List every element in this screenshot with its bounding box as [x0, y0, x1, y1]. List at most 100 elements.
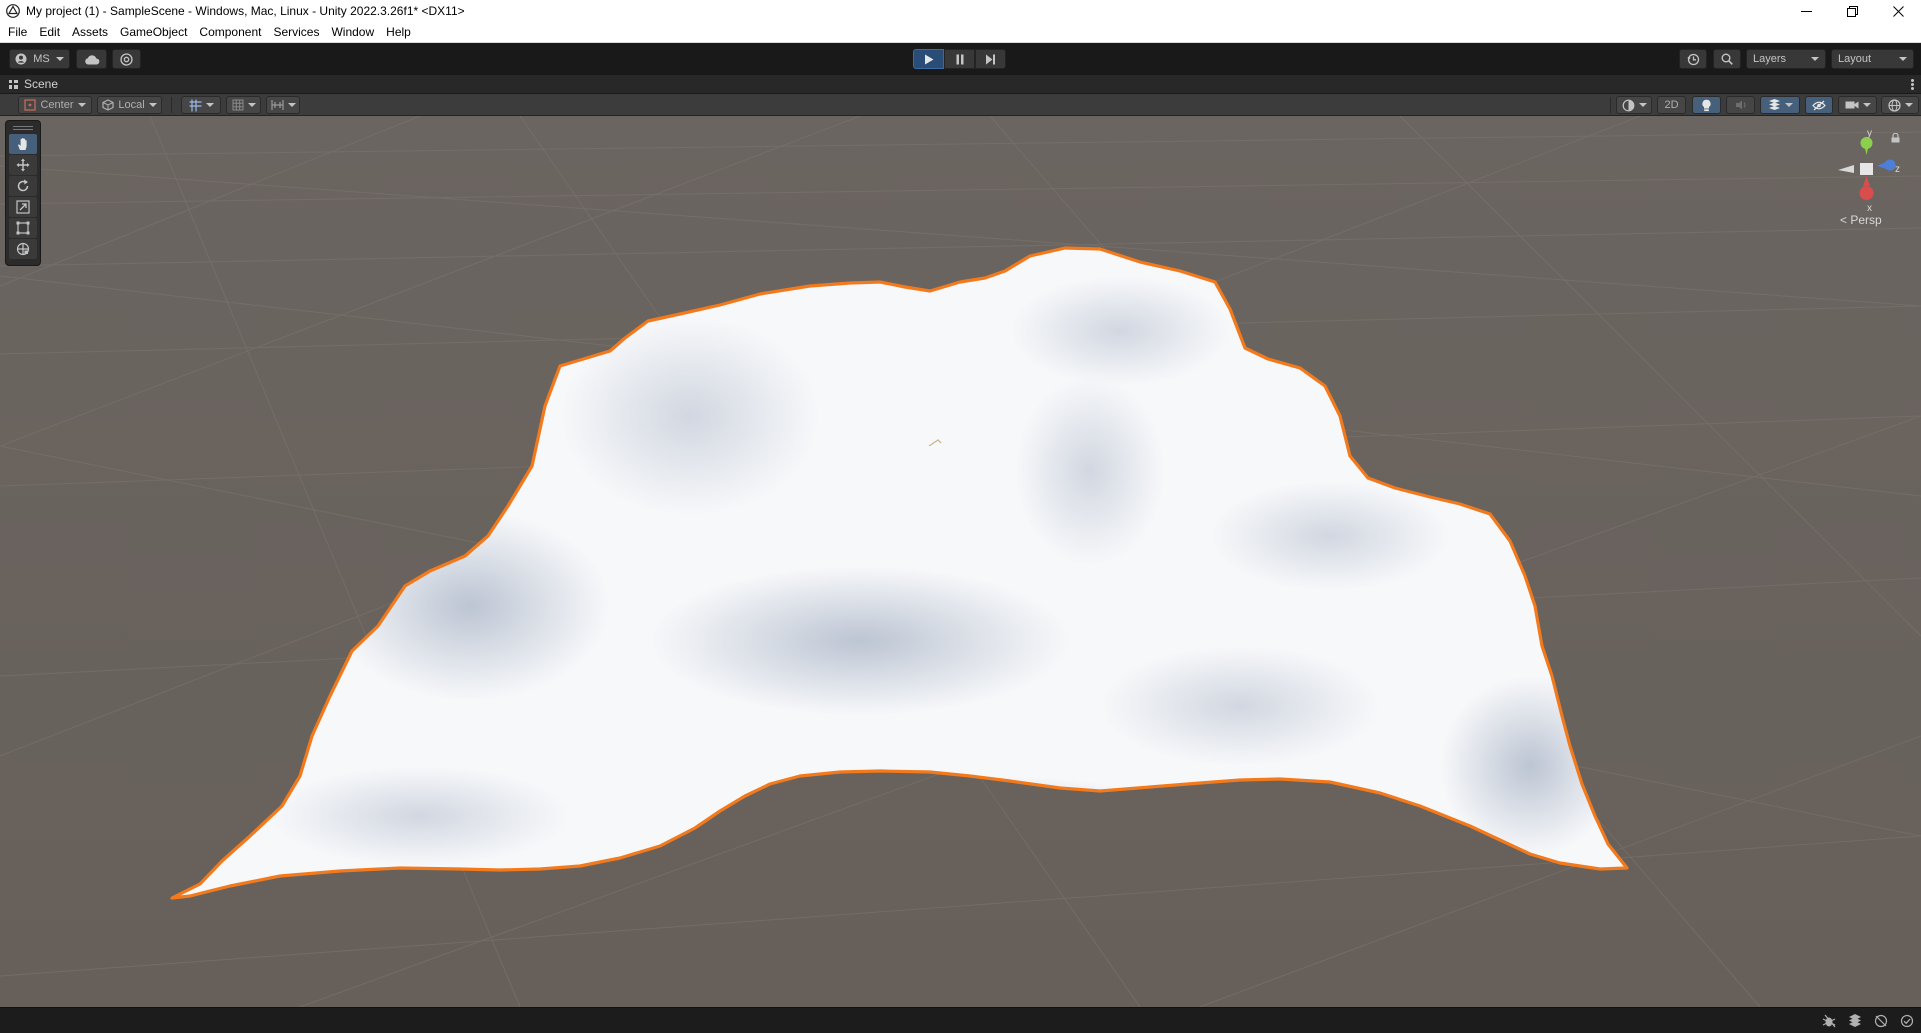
local-space-icon [102, 99, 114, 111]
account-dropdown[interactable]: MS [9, 49, 70, 69]
play-icon [924, 54, 933, 64]
gizmos-dropdown[interactable] [1881, 96, 1919, 114]
scene-viewport[interactable] [0, 116, 1921, 1007]
menu-file[interactable]: File [2, 22, 33, 42]
play-button[interactable] [913, 49, 944, 69]
tools-overlay [5, 120, 41, 266]
transform-tool-icon [16, 242, 30, 256]
chevron-down-icon [148, 103, 157, 107]
hand-tool-button[interactable] [9, 134, 37, 154]
menu-edit[interactable]: Edit [33, 22, 66, 42]
scene-lighting-toggle[interactable] [1692, 96, 1721, 114]
chevron-down-icon [1862, 103, 1871, 107]
layers-icon [1849, 1014, 1861, 1027]
scale-tool-button[interactable] [9, 197, 37, 217]
menu-component[interactable]: Component [193, 22, 267, 42]
move-tool-button[interactable] [9, 155, 37, 175]
draw-mode-dropdown[interactable] [1616, 96, 1652, 114]
scene-visibility-toggle[interactable] [1805, 96, 1833, 114]
menu-services[interactable]: Services [267, 22, 325, 42]
chevron-down-icon [205, 103, 214, 107]
transform-tool-button[interactable] [9, 239, 37, 259]
restore-icon [1846, 5, 1858, 17]
close-button[interactable] [1875, 0, 1921, 22]
menu-bar: File Edit Assets GameObject Component Se… [0, 22, 1921, 43]
cloud-button[interactable] [76, 49, 107, 69]
menu-window[interactable]: Window [325, 22, 380, 42]
projection-toggle[interactable]: < Persp [1840, 213, 1882, 227]
rect-tool-icon [16, 221, 30, 235]
lock-icon[interactable] [1891, 133, 1900, 143]
projection-label: Persp [1850, 213, 1882, 227]
account-label: MS [33, 53, 50, 65]
overlay-drag-handle[interactable] [13, 126, 33, 130]
tab-options-menu[interactable] [1911, 79, 1914, 90]
pause-icon [956, 54, 963, 64]
search-icon [1721, 53, 1733, 65]
restore-button[interactable] [1829, 0, 1875, 22]
gizmo-x-axis[interactable] [1863, 176, 1870, 186]
network-off-icon [1874, 1014, 1888, 1028]
grid-snapping-toggle[interactable] [181, 96, 221, 114]
gizmo-z-label: z [1895, 164, 1900, 175]
toggle-2d-label: 2D [1664, 99, 1679, 111]
scene-tab-bar: Scene [0, 75, 1921, 94]
gizmo-center-cube[interactable] [1860, 163, 1873, 175]
menu-assets[interactable]: Assets [66, 22, 114, 42]
progress-button[interactable] [1847, 1013, 1863, 1029]
debug-mode-button[interactable] [1821, 1013, 1837, 1029]
grid-visibility-toggle[interactable] [226, 96, 261, 114]
scene-effects-dropdown[interactable] [1760, 96, 1800, 114]
pause-button[interactable] [944, 49, 975, 69]
collab-button[interactable] [112, 49, 141, 69]
increment-snap-toggle[interactable] [266, 96, 300, 114]
tab-scene[interactable]: Scene [0, 75, 66, 94]
cache-server-button[interactable] [1873, 1013, 1889, 1029]
grid-snap-icon [189, 99, 201, 111]
move-tool-icon [16, 158, 30, 172]
menu-help[interactable]: Help [380, 22, 417, 42]
menu-gameobject[interactable]: GameObject [114, 22, 193, 42]
eye-off-icon [1812, 100, 1826, 110]
rotate-tool-icon [17, 179, 29, 192]
globe-icon [1887, 98, 1901, 112]
pivot-center-icon [24, 99, 37, 111]
tab-scene-label: Scene [24, 77, 59, 91]
camera-icon [1845, 101, 1858, 109]
unity-logo-icon [6, 4, 20, 18]
chevron-down-icon [56, 57, 64, 61]
window-title-bar: My project (1) - SampleScene - Windows, … [0, 0, 1921, 22]
increment-snap-icon [270, 100, 284, 110]
pivot-rotation-dropdown[interactable]: Local [97, 96, 162, 114]
chevron-down-icon [287, 103, 296, 107]
collab-icon [120, 52, 133, 66]
audio-icon [1735, 100, 1746, 110]
layers-dropdown[interactable]: Layers [1746, 49, 1826, 69]
grid-icon [232, 99, 243, 111]
auto-refresh-button[interactable] [1899, 1013, 1915, 1029]
chevron-down-icon [1638, 103, 1647, 107]
undo-history-button[interactable] [1679, 49, 1707, 69]
gizmo-neg-x-axis[interactable] [1838, 165, 1854, 173]
pivot-mode-dropdown[interactable]: Center [18, 96, 92, 114]
main-toolbar: MS Layers Layout [0, 43, 1921, 75]
minimize-button[interactable] [1783, 0, 1829, 22]
account-icon [15, 53, 27, 65]
history-icon [1687, 53, 1699, 65]
step-button[interactable] [975, 49, 1006, 69]
status-bar [0, 1007, 1921, 1033]
scene-toolbar: Center Local 2D [0, 94, 1921, 116]
scene-audio-toggle[interactable] [1726, 96, 1755, 114]
scene-icon [9, 79, 18, 89]
check-circle-icon [1900, 1014, 1914, 1028]
rect-tool-button[interactable] [9, 218, 37, 238]
search-button[interactable] [1713, 49, 1741, 69]
rotate-tool-button[interactable] [9, 176, 37, 196]
layout-dropdown[interactable]: Layout [1831, 49, 1914, 69]
pivot-rotation-label: Local [118, 99, 145, 111]
scale-tool-icon [16, 200, 30, 214]
scene-camera-dropdown[interactable] [1838, 96, 1877, 114]
chevron-down-icon [1811, 57, 1819, 61]
scene-world [0, 116, 1921, 1007]
toggle-2d-button[interactable]: 2D [1657, 96, 1686, 114]
